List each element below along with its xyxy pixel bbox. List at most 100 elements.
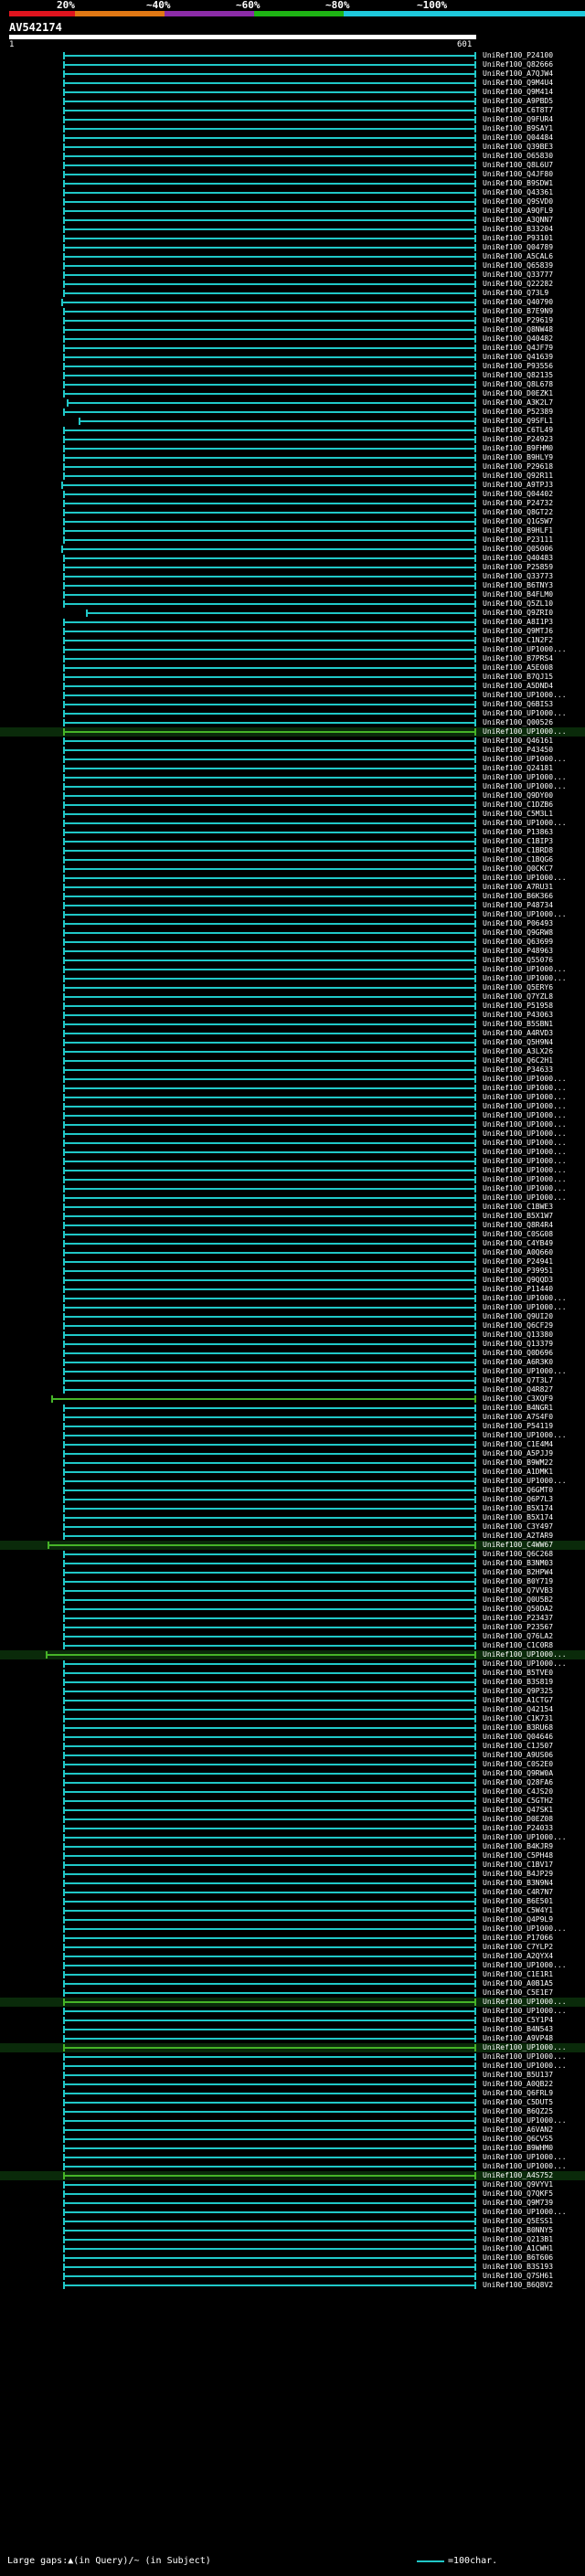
hit-row[interactable]: UniRef100_UP1000... bbox=[0, 1148, 585, 1157]
hit-label-link[interactable]: UniRef100_UP1000... bbox=[483, 1367, 567, 1376]
hit-label-link[interactable]: UniRef100_UP1000... bbox=[483, 974, 567, 983]
hit-label-link[interactable]: UniRef100_A9PBD5 bbox=[483, 97, 553, 106]
hit-row[interactable]: UniRef100_B6K366 bbox=[0, 892, 585, 901]
hit-label-link[interactable]: UniRef100_UP1000... bbox=[483, 2043, 567, 2052]
hit-label-link[interactable]: UniRef100_B9WHM0 bbox=[483, 2144, 553, 2153]
hit-label-link[interactable]: UniRef100_UP1000... bbox=[483, 1303, 567, 1312]
hit-label-link[interactable]: UniRef100_UP1000... bbox=[483, 691, 567, 700]
hit-label-link[interactable]: UniRef100_A3K2L7 bbox=[483, 398, 553, 408]
hit-row[interactable]: UniRef100_C5GTH2 bbox=[0, 1797, 585, 1806]
hit-label-link[interactable]: UniRef100_Q6FRL9 bbox=[483, 2089, 553, 2098]
hit-label-link[interactable]: UniRef100_C5DUT5 bbox=[483, 2098, 553, 2107]
hit-label-link[interactable]: UniRef100_Q05006 bbox=[483, 545, 553, 554]
hit-label-link[interactable]: UniRef100_UP1000... bbox=[483, 709, 567, 718]
hit-row[interactable]: UniRef100_C5Y1P4 bbox=[0, 2016, 585, 2025]
hit-row[interactable]: UniRef100_UP1000... bbox=[0, 1650, 585, 1659]
hit-row[interactable]: UniRef100_B9FHM0 bbox=[0, 444, 585, 453]
hit-label-link[interactable]: UniRef100_P43450 bbox=[483, 746, 553, 755]
hit-label-link[interactable]: UniRef100_Q5ESS1 bbox=[483, 2217, 553, 2226]
hit-row[interactable]: UniRef100_Q82666 bbox=[0, 60, 585, 69]
hit-label-link[interactable]: UniRef100_C1J507 bbox=[483, 1742, 553, 1751]
hit-label-link[interactable]: UniRef100_UP1000... bbox=[483, 910, 567, 919]
hit-row[interactable]: UniRef100_A2TAR9 bbox=[0, 1532, 585, 1541]
hit-label-link[interactable]: UniRef100_B9HLF1 bbox=[483, 526, 553, 535]
hit-row[interactable]: UniRef100_Q9M414 bbox=[0, 88, 585, 97]
hit-row[interactable]: UniRef100_UP1000... bbox=[0, 782, 585, 791]
hit-label-link[interactable]: UniRef100_Q6BIS3 bbox=[483, 700, 553, 709]
hit-row[interactable]: UniRef100_A7QJW4 bbox=[0, 69, 585, 79]
hit-row[interactable]: UniRef100_C1E1R1 bbox=[0, 1970, 585, 1979]
hit-label-link[interactable]: UniRef100_Q9M739 bbox=[483, 2199, 553, 2208]
hit-row[interactable]: UniRef100_P23111 bbox=[0, 535, 585, 545]
hit-row[interactable]: UniRef100_Q6C2H1 bbox=[0, 1056, 585, 1065]
hit-label-link[interactable]: UniRef100_UP1000... bbox=[483, 2007, 567, 2016]
hit-row[interactable]: UniRef100_C4YB49 bbox=[0, 1239, 585, 1248]
hit-row[interactable]: UniRef100_Q9SVD0 bbox=[0, 197, 585, 207]
hit-label-link[interactable]: UniRef100_B9SDW1 bbox=[483, 179, 553, 188]
hit-row[interactable]: UniRef100_P23567 bbox=[0, 1623, 585, 1632]
hit-label-link[interactable]: UniRef100_B5U137 bbox=[483, 2071, 553, 2080]
hit-label-link[interactable]: UniRef100_Q9SFL1 bbox=[483, 417, 553, 426]
hit-row[interactable]: UniRef100_UP1000... bbox=[0, 965, 585, 974]
hit-label-link[interactable]: UniRef100_Q4JF80 bbox=[483, 170, 553, 179]
hit-row[interactable]: UniRef100_Q50DA2 bbox=[0, 1605, 585, 1614]
hit-label-link[interactable]: UniRef100_UP1000... bbox=[483, 1093, 567, 1102]
hit-label-link[interactable]: UniRef100_P24033 bbox=[483, 1824, 553, 1833]
hit-label-link[interactable]: UniRef100_B3S193 bbox=[483, 2263, 553, 2272]
hit-row[interactable]: UniRef100_Q65839 bbox=[0, 261, 585, 270]
hit-label-link[interactable]: UniRef100_Q55076 bbox=[483, 956, 553, 965]
hit-label-link[interactable]: UniRef100_P93101 bbox=[483, 234, 553, 243]
hit-label-link[interactable]: UniRef100_B2HPW4 bbox=[483, 1568, 553, 1577]
hit-label-link[interactable]: UniRef100_Q6CVS5 bbox=[483, 2135, 553, 2144]
hit-row[interactable]: UniRef100_C4WW67 bbox=[0, 1541, 585, 1550]
hit-label-link[interactable]: UniRef100_B3N9N4 bbox=[483, 1879, 553, 1888]
hit-row[interactable]: UniRef100_UP1000... bbox=[0, 1139, 585, 1148]
hit-row[interactable]: UniRef100_C1C0R8 bbox=[0, 1641, 585, 1650]
hit-label-link[interactable]: UniRef100_A5E008 bbox=[483, 663, 553, 673]
hit-row[interactable]: UniRef100_Q0D696 bbox=[0, 1349, 585, 1358]
hit-label-link[interactable]: UniRef100_Q33773 bbox=[483, 572, 553, 581]
hit-label-link[interactable]: UniRef100_A6R3K0 bbox=[483, 1358, 553, 1367]
hit-label-link[interactable]: UniRef100_P24100 bbox=[483, 51, 553, 60]
hit-label-link[interactable]: UniRef100_A9TPJ3 bbox=[483, 481, 553, 490]
hit-row[interactable]: UniRef100_Q7QKF5 bbox=[0, 2189, 585, 2199]
hit-row[interactable]: UniRef100_Q04402 bbox=[0, 490, 585, 499]
hit-label-link[interactable]: UniRef100_P24732 bbox=[483, 499, 553, 508]
hit-label-link[interactable]: UniRef100_B9SAY1 bbox=[483, 124, 553, 133]
hit-row[interactable]: UniRef100_P29619 bbox=[0, 316, 585, 325]
hit-label-link[interactable]: UniRef100_UP1000... bbox=[483, 1102, 567, 1111]
hit-row[interactable]: UniRef100_P24100 bbox=[0, 51, 585, 60]
hit-label-link[interactable]: UniRef100_UP1000... bbox=[483, 1148, 567, 1157]
hit-label-link[interactable]: UniRef100_UP1000... bbox=[483, 1659, 567, 1669]
hit-row[interactable]: UniRef100_Q42154 bbox=[0, 1705, 585, 1714]
hit-label-link[interactable]: UniRef100_B6Q8V2 bbox=[483, 2281, 553, 2290]
hit-label-link[interactable]: UniRef100_Q213B1 bbox=[483, 2235, 553, 2244]
hit-label-link[interactable]: UniRef100_A7QJW4 bbox=[483, 69, 553, 79]
hit-row[interactable]: UniRef100_B4KJR9 bbox=[0, 1842, 585, 1851]
hit-label-link[interactable]: UniRef100_Q50DA2 bbox=[483, 1605, 553, 1614]
hit-row[interactable]: UniRef100_B5TVE0 bbox=[0, 1669, 585, 1678]
hit-row[interactable]: UniRef100_Q5ZL10 bbox=[0, 599, 585, 609]
hit-row[interactable]: UniRef100_P23437 bbox=[0, 1614, 585, 1623]
hit-label-link[interactable]: UniRef100_UP1000... bbox=[483, 2153, 567, 2162]
hit-row[interactable]: UniRef100_Q63699 bbox=[0, 938, 585, 947]
hit-label-link[interactable]: UniRef100_A2TAR9 bbox=[483, 1532, 553, 1541]
hit-label-link[interactable]: UniRef100_Q9M4U4 bbox=[483, 79, 553, 88]
hit-row[interactable]: UniRef100_B4FLM0 bbox=[0, 590, 585, 599]
hit-label-link[interactable]: UniRef100_A1CWH1 bbox=[483, 2244, 553, 2253]
hit-row[interactable]: UniRef100_A0QB22 bbox=[0, 2080, 585, 2089]
hit-row[interactable]: UniRef100_Q04789 bbox=[0, 243, 585, 252]
hit-label-link[interactable]: UniRef100_Q76LA2 bbox=[483, 1632, 553, 1641]
hit-row[interactable]: UniRef100_Q6CVS5 bbox=[0, 2135, 585, 2144]
hit-label-link[interactable]: UniRef100_C5W4Y1 bbox=[483, 1906, 553, 1915]
hit-row[interactable]: UniRef100_P52389 bbox=[0, 408, 585, 417]
hit-label-link[interactable]: UniRef100_Q43361 bbox=[483, 188, 553, 197]
hit-row[interactable]: UniRef100_Q5H9N4 bbox=[0, 1038, 585, 1047]
hit-row[interactable]: UniRef100_A9PBD5 bbox=[0, 97, 585, 106]
hit-row[interactable]: UniRef100_Q8L6U7 bbox=[0, 161, 585, 170]
hit-label-link[interactable]: UniRef100_P17066 bbox=[483, 1934, 553, 1943]
hit-label-link[interactable]: UniRef100_Q00526 bbox=[483, 718, 553, 727]
hit-label-link[interactable]: UniRef100_C1BRD8 bbox=[483, 846, 553, 855]
hit-label-link[interactable]: UniRef100_Q4P9L9 bbox=[483, 1915, 553, 1924]
hit-label-link[interactable]: UniRef100_Q33777 bbox=[483, 270, 553, 280]
